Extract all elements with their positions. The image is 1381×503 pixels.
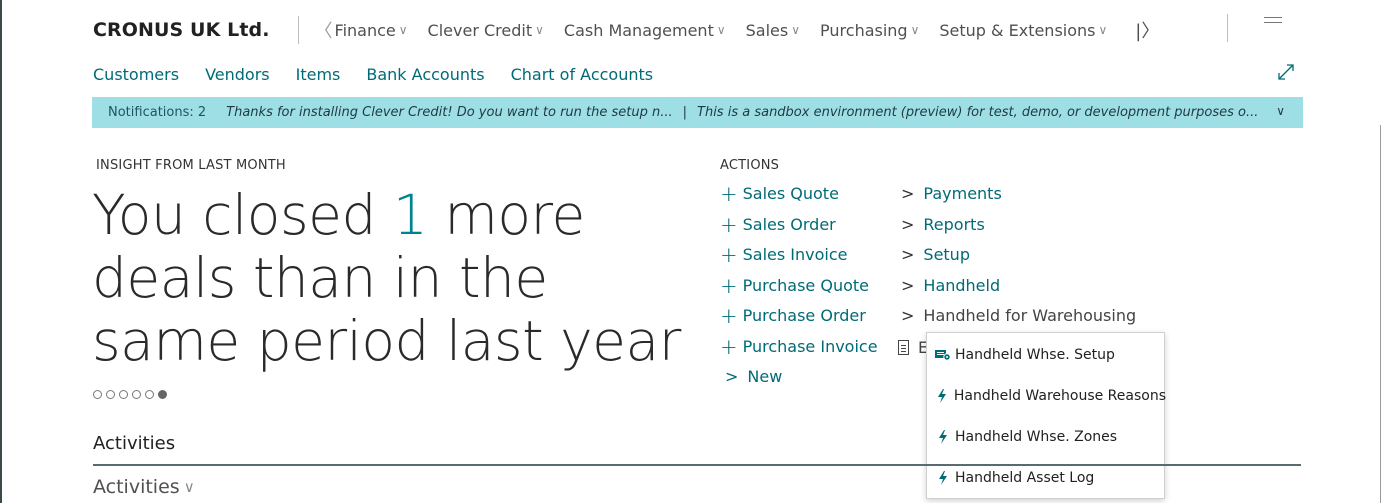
hamburger-icon[interactable]: [1264, 17, 1282, 27]
action-purchase-order[interactable]: + Purchase Order: [720, 303, 866, 328]
plus-icon: +: [720, 273, 738, 298]
chevron-right-icon: >: [901, 276, 915, 295]
action-reports[interactable]: > Reports: [896, 215, 985, 234]
plus-icon: +: [720, 334, 738, 359]
link-items[interactable]: Items: [296, 65, 341, 84]
chevron-right-icon: >: [901, 306, 915, 325]
chevron-down-icon: ∨: [910, 23, 920, 37]
menu-item-handheld-whse-zones[interactable]: Handheld Whse. Zones: [927, 416, 1166, 457]
divider: [297, 16, 299, 44]
carousel-dot[interactable]: [93, 390, 102, 399]
menu-item-handheld-whse-setup[interactable]: Handheld Whse. Setup: [927, 334, 1166, 375]
chevron-down-icon: ∨: [791, 23, 801, 37]
chevron-right-icon: >: [725, 367, 739, 386]
chevron-down-icon: ∨: [398, 23, 408, 37]
plus-icon: +: [720, 303, 738, 328]
carousel-dot[interactable]: [145, 390, 154, 399]
quick-links: Customers Vendors Items Bank Accounts Ch…: [93, 65, 679, 84]
chevron-right-icon[interactable]: |〉: [1135, 17, 1159, 43]
chevron-down-icon: ∨: [716, 23, 726, 37]
menu-item-handheld-warehouse-reasons[interactable]: Handheld Warehouse Reasons: [927, 375, 1166, 416]
link-chart-of-accounts[interactable]: Chart of Accounts: [511, 65, 654, 84]
handheld-submenu: Handheld Whse. Setup Handheld Warehouse …: [926, 332, 1166, 499]
action-sales-quote[interactable]: + Sales Quote: [720, 181, 839, 206]
action-report-item[interactable]: E: [898, 338, 928, 357]
action-sales-order[interactable]: + Sales Order: [720, 212, 836, 237]
notification-message[interactable]: This is a sandbox environment (preview) …: [697, 105, 1258, 120]
insight-label: INSIGHT FROM LAST MONTH: [96, 158, 286, 173]
plus-icon: +: [720, 242, 738, 267]
carousel-dot[interactable]: [119, 390, 128, 399]
insight-headline: You closed 1 more deals than in the same…: [92, 183, 681, 373]
carousel-indicator: [93, 390, 171, 399]
link-vendors[interactable]: Vendors: [205, 65, 270, 84]
divider: [1227, 14, 1228, 42]
plus-icon: +: [720, 212, 738, 237]
carousel-dot-active[interactable]: [158, 390, 167, 399]
lightning-icon: [935, 429, 951, 444]
nav-sales[interactable]: Sales ∨: [746, 21, 800, 40]
chevron-right-icon: >: [901, 215, 915, 234]
left-border: [0, 0, 2, 503]
chevron-down-icon: ∨: [1098, 23, 1108, 37]
plus-icon: +: [720, 181, 738, 206]
action-sales-invoice[interactable]: + Sales Invoice: [720, 242, 847, 267]
insight-number: 1: [392, 183, 428, 247]
company-name[interactable]: CRONUS UK Ltd.: [93, 19, 270, 41]
chevron-down-icon: ∨: [183, 478, 195, 496]
action-handheld[interactable]: > Handheld: [896, 276, 1000, 295]
link-bank-accounts[interactable]: Bank Accounts: [366, 65, 484, 84]
action-new[interactable]: > New: [720, 367, 782, 386]
divider: [93, 464, 1301, 466]
setup-icon: [935, 348, 951, 362]
nav-clever-credit[interactable]: Clever Credit ∨: [428, 21, 544, 40]
document-icon: [898, 340, 909, 355]
nav-finance[interactable]: Finance ∨: [335, 21, 408, 40]
action-handheld-for-warehousing[interactable]: > Handheld for Warehousing: [896, 306, 1136, 325]
action-payments[interactable]: > Payments: [896, 184, 1002, 203]
chevron-down-icon[interactable]: ∨: [1276, 104, 1285, 118]
action-purchase-quote[interactable]: + Purchase Quote: [720, 273, 869, 298]
activities-heading: Activities: [93, 433, 176, 454]
chevron-down-icon: ∨: [535, 23, 544, 37]
carousel-dot[interactable]: [106, 390, 115, 399]
lightning-icon: [935, 470, 951, 485]
chevron-right-icon: >: [901, 245, 915, 264]
action-setup[interactable]: > Setup: [896, 245, 970, 264]
link-customers[interactable]: Customers: [93, 65, 179, 84]
top-navigation: CRONUS UK Ltd. 〈 Finance ∨ Clever Credit ∨…: [93, 14, 1159, 46]
actions-label: ACTIONS: [720, 158, 780, 173]
activities-group-toggle[interactable]: Activities ∨: [93, 476, 195, 498]
chevron-right-icon: >: [901, 184, 915, 203]
lightning-icon: [935, 388, 950, 403]
notification-bar[interactable]: Notifications: 2 Thanks for installing C…: [92, 97, 1303, 128]
nav-purchasing[interactable]: Purchasing ∨: [820, 21, 919, 40]
expand-icon[interactable]: [1277, 63, 1295, 81]
notification-message[interactable]: Thanks for installing Clever Credit! Do …: [226, 105, 672, 120]
notification-separator: |: [682, 105, 688, 120]
carousel-dot[interactable]: [132, 390, 141, 399]
notification-count[interactable]: Notifications: 2: [108, 105, 206, 120]
nav-setup-extensions[interactable]: Setup & Extensions ∨: [939, 21, 1107, 40]
chevron-left-icon[interactable]: 〈: [315, 17, 333, 43]
action-purchase-invoice[interactable]: + Purchase Invoice: [720, 334, 878, 359]
nav-cash-management[interactable]: Cash Management ∨: [564, 21, 726, 40]
